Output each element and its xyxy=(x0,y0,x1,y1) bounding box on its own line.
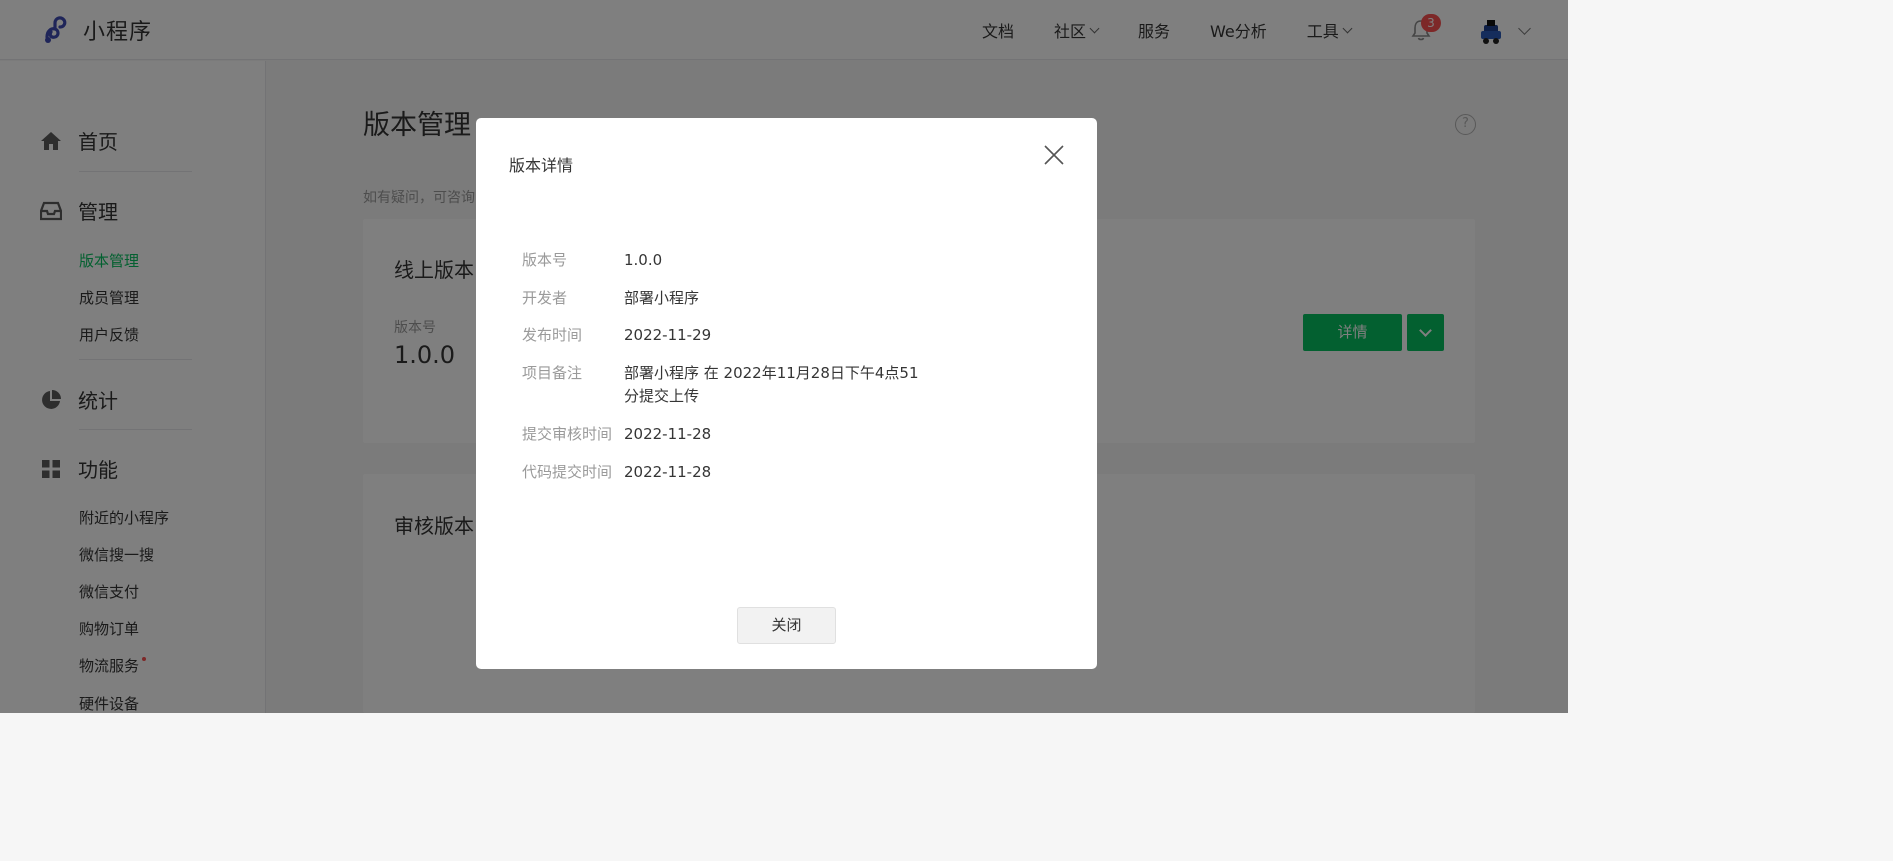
close-icon[interactable] xyxy=(1043,144,1065,166)
version-detail-dialog: 版本详情 版本号 1.0.0 开发者 部署小程序 发布时间 2022-11-29… xyxy=(476,118,1097,669)
detail-row-review-time: 提交审核时间 2022-11-28 xyxy=(522,425,712,443)
detail-row-publish-time: 发布时间 2022-11-29 xyxy=(522,326,712,344)
close-button[interactable]: 关闭 xyxy=(737,607,836,644)
detail-row-version: 版本号 1.0.0 xyxy=(522,251,663,269)
detail-row-remark: 项目备注 部署小程序 在 2022年11月28日下午4点51分提交上传 xyxy=(522,364,919,405)
dialog-title: 版本详情 xyxy=(509,156,574,175)
detail-row-developer: 开发者 部署小程序 xyxy=(522,289,700,307)
detail-row-commit-time: 代码提交时间 2022-11-28 xyxy=(522,463,712,481)
